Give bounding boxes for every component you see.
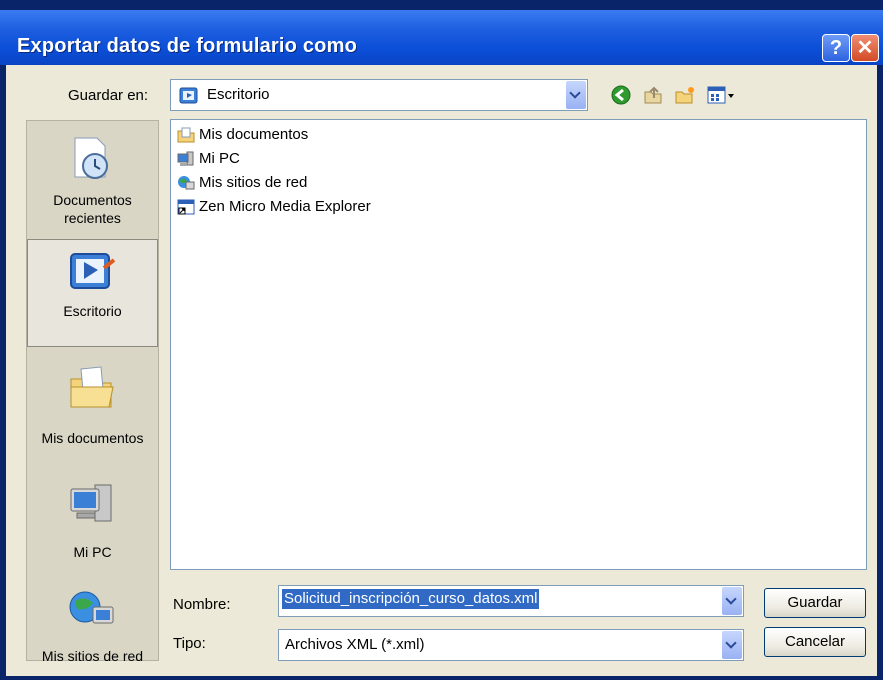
save-in-value: Escritorio xyxy=(207,86,270,103)
file-name: Mi PC xyxy=(199,150,240,167)
file-name: Mis documentos xyxy=(199,126,309,143)
place-label: recientes xyxy=(64,210,121,226)
place-label: Documentos xyxy=(53,192,132,208)
help-button[interactable]: ? xyxy=(822,34,850,62)
place-network-places[interactable]: Mis sitios de red xyxy=(27,579,158,669)
file-name: Mis sitios de red xyxy=(199,174,308,191)
cancel-button[interactable]: Cancelar xyxy=(764,627,866,657)
place-desktop[interactable]: Escritorio xyxy=(27,239,158,347)
close-icon: ✕ xyxy=(856,37,874,59)
place-my-computer[interactable]: Mi PC xyxy=(27,473,158,581)
places-bar: Documentos recientes Escritorio Mis docu… xyxy=(26,120,159,664)
view-menu-icon[interactable] xyxy=(706,84,736,106)
help-icon: ? xyxy=(829,37,843,59)
save-in-dropdown-arrow-icon[interactable] xyxy=(566,81,586,109)
back-icon[interactable] xyxy=(610,84,632,106)
dialog-body: Guardar en: Escritorio Documentos recien… xyxy=(6,65,877,676)
file-type-dropdown-arrow-icon[interactable] xyxy=(722,631,742,659)
file-name-label: Nombre: xyxy=(173,596,231,613)
up-folder-icon[interactable] xyxy=(642,84,664,106)
close-button[interactable]: ✕ xyxy=(851,34,879,62)
desktop-icon xyxy=(70,253,116,289)
file-name: Zen Micro Media Explorer xyxy=(199,198,371,215)
file-name-value: Solicitud_inscripción_curso_datos.xml xyxy=(282,589,540,609)
file-type-value: Archivos XML (*.xml) xyxy=(285,636,425,653)
save-in-label: Guardar en: xyxy=(68,87,149,104)
new-folder-icon[interactable] xyxy=(674,84,696,106)
file-type-dropdown[interactable]: Archivos XML (*.xml) xyxy=(278,629,744,661)
file-type-label: Tipo: xyxy=(173,635,206,652)
network-places-icon xyxy=(69,591,114,624)
title-bar[interactable]: Exportar datos de formulario como ? ✕ xyxy=(0,10,883,65)
recent-documents-icon xyxy=(74,137,108,179)
shortcut-icon xyxy=(177,199,195,215)
desktop-icon xyxy=(179,87,198,104)
place-recent-documents[interactable]: Documentos recientes xyxy=(27,129,158,229)
file-name-input[interactable]: Solicitud_inscripción_curso_datos.xml xyxy=(278,585,744,617)
save-button[interactable]: Guardar xyxy=(764,588,866,618)
my-documents-icon xyxy=(70,366,114,408)
folder-documents-icon xyxy=(177,127,195,143)
place-label: Mis documentos xyxy=(41,430,144,446)
dialog-title: Exportar datos de formulario como xyxy=(17,35,357,57)
place-label: Mi PC xyxy=(73,544,112,560)
save-dialog-window: Exportar datos de formulario como ? ✕ Gu… xyxy=(0,0,883,680)
computer-icon xyxy=(177,151,194,166)
place-label: Escritorio xyxy=(63,303,122,319)
place-my-documents[interactable]: Mis documentos xyxy=(27,359,158,469)
network-places-icon xyxy=(178,176,195,190)
my-computer-icon xyxy=(70,484,112,522)
save-in-dropdown[interactable]: Escritorio xyxy=(170,79,588,111)
place-label: Mis sitios de red xyxy=(41,648,144,664)
file-name-dropdown-arrow-icon[interactable] xyxy=(722,587,742,615)
file-list[interactable]: Mis documentos Mi PC Mis sitios de red Z… xyxy=(170,119,867,570)
